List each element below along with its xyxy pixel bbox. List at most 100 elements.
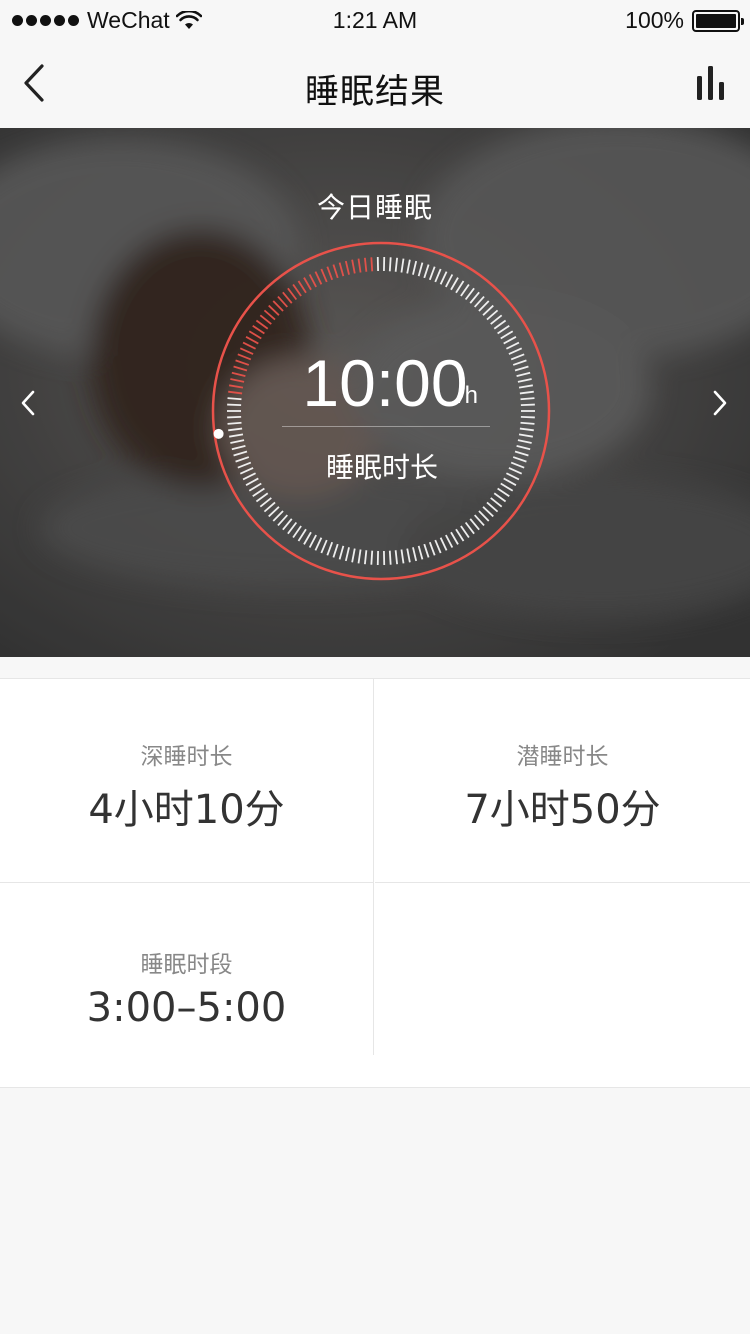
dial-tick: [474, 295, 485, 308]
dial-tick: [520, 415, 535, 419]
dial-tick: [235, 359, 250, 366]
dial-tick: [490, 314, 503, 325]
dial-tick: [338, 545, 345, 560]
chevron-left-icon: [21, 390, 35, 416]
sleep-period-label: 睡眠时段: [140, 952, 233, 978]
dial-tick: [364, 257, 368, 272]
dial-tick: [320, 539, 328, 554]
dial-tick: [506, 472, 520, 481]
dial-tick: [439, 271, 448, 285]
dial-tick: [455, 528, 465, 542]
dial-tick: [255, 492, 269, 503]
dial-tick: [514, 450, 529, 457]
bar-chart-icon: [697, 66, 724, 100]
dial-tick: [228, 390, 243, 395]
dial-tick: [506, 341, 520, 350]
dial-tick: [514, 365, 529, 372]
dial-tick: [272, 510, 284, 522]
dial-tick: [230, 378, 245, 383]
dial-tick: [229, 433, 244, 438]
dial-tick: [268, 506, 280, 518]
dial-tick: [229, 384, 244, 389]
chevron-right-icon: [713, 390, 727, 416]
dial-tick: [469, 518, 480, 531]
dial-tick: [520, 403, 535, 407]
dial-tick: [464, 287, 475, 301]
dial-tick: [252, 325, 265, 335]
dial-tick: [332, 264, 339, 279]
dial-tick: [503, 336, 517, 345]
dial-tick: [242, 341, 256, 350]
sleep-result-page: WeChat 1:21 AM 100% 睡眠结果 今日睡眠 10:00 /h 睡…: [0, 0, 750, 1334]
dial-tick: [464, 521, 475, 535]
dial-tick: [417, 545, 424, 560]
dial-tick: [228, 427, 243, 432]
dial-tick: [394, 550, 398, 565]
dial-tick: [445, 274, 454, 288]
dial-tick: [388, 550, 392, 565]
dial-tick: [292, 284, 302, 297]
dial-tick: [486, 501, 499, 513]
dial-tick: [510, 461, 525, 469]
dial-tick: [344, 547, 350, 562]
dial-tick: [314, 271, 323, 285]
deep-sleep-cell: 深睡时长 4小时10分: [0, 679, 374, 883]
dial-tick: [482, 506, 494, 518]
empty-cell: [375, 883, 750, 1055]
dial-tick: [482, 304, 494, 316]
dial-tick: [434, 268, 442, 283]
dial-tick: [239, 347, 254, 355]
dial-tick: [497, 325, 510, 335]
dial-tick: [519, 390, 534, 395]
dial-tick: [434, 539, 442, 554]
next-day-button[interactable]: [704, 388, 734, 418]
dial-tick: [412, 547, 418, 562]
dial-tick: [510, 353, 525, 361]
dial-tick: [370, 257, 374, 272]
dial-tick: [518, 384, 533, 389]
dial-tick: [245, 336, 259, 345]
dial-tick: [227, 403, 242, 407]
dial-tick: [263, 501, 276, 513]
sleep-stats-grid: 深睡时长 4小时10分 潜睡时长 7小时50分 睡眠时段 3:00–5:00: [0, 678, 750, 1088]
dial-tick: [303, 531, 312, 545]
dial-tick: [388, 257, 392, 272]
dial-tick: [516, 444, 531, 451]
dial-tick: [255, 319, 269, 330]
dial-tick: [364, 550, 368, 565]
previous-day-button[interactable]: [14, 388, 44, 418]
dial-tick: [450, 277, 459, 291]
sleep-period-cell: 睡眠时段 3:00–5:00: [0, 883, 374, 1055]
sleep-period-value: 3:00–5:00: [86, 985, 287, 1031]
dial-tick: [517, 378, 532, 383]
dial-tick: [394, 257, 398, 272]
dial-tick: [423, 264, 430, 279]
dial-tick: [263, 309, 276, 321]
dial-tick: [242, 472, 256, 481]
dial-tick: [277, 295, 288, 308]
statistics-button[interactable]: [694, 64, 734, 104]
dial-divider: [282, 426, 490, 427]
dial-tick: [517, 439, 532, 444]
dial-tick: [277, 514, 288, 527]
dial-tick: [486, 309, 499, 321]
dial-tick: [450, 531, 459, 545]
dial-tick: [314, 537, 323, 551]
dial-tick: [338, 262, 345, 277]
dial-tick: [519, 427, 534, 432]
dial-tick: [460, 525, 470, 538]
dial-tick: [326, 266, 334, 281]
dial-tick: [308, 274, 317, 288]
sleep-hero: 今日睡眠 10:00 /h 睡眠时长: [0, 128, 750, 657]
dial-tick: [230, 439, 245, 444]
dial-tick: [469, 291, 480, 304]
dial-tick: [237, 461, 252, 469]
dial-tick: [478, 510, 490, 522]
dial-tick: [282, 518, 293, 531]
dial-tick: [428, 266, 436, 281]
battery-percent: 100%: [625, 7, 684, 33]
dial-tick: [308, 534, 317, 548]
deep-sleep-label: 深睡时长: [140, 744, 233, 770]
dial-tick: [512, 359, 527, 366]
dial-tick: [235, 456, 250, 463]
